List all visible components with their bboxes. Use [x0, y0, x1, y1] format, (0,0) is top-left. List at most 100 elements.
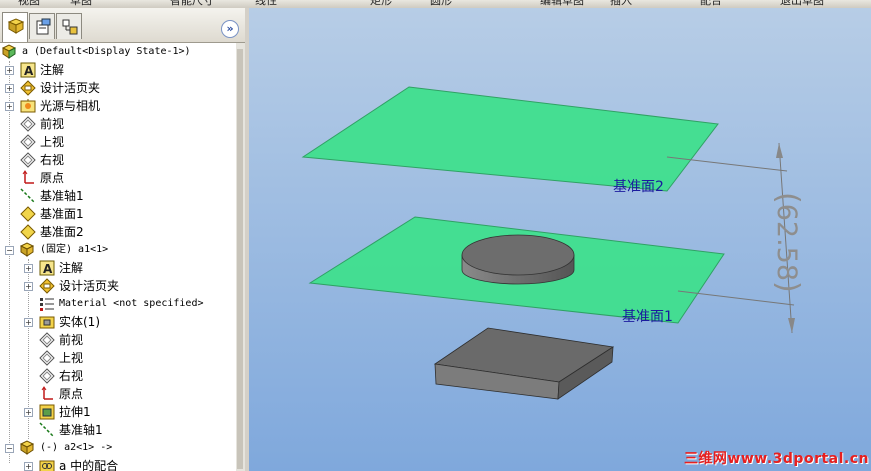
tree-item-label: 原点 — [40, 171, 65, 185]
extrude-icon — [39, 404, 55, 420]
graphics-viewport[interactable]: 基准面2 基准面1 (62.58) 三维网www.3dportal.cn — [249, 8, 871, 471]
solid-bodies-folder-icon — [39, 316, 55, 329]
tree-item-plane2[interactable]: 基准面2 — [0, 223, 236, 241]
menu-item-4[interactable]: 矩形 — [370, 0, 392, 8]
tree-item-right-plane[interactable]: 右视 — [0, 151, 236, 169]
tree-item-label: (固定) a1<1> — [40, 244, 109, 255]
tree-item-label: 拉伸1 — [59, 405, 91, 419]
tree-item-design-binder[interactable]: + 设计活页夹 — [0, 79, 236, 97]
tree-item-label: 注解 — [59, 261, 84, 275]
plane-icon — [39, 350, 55, 366]
expand-toggle[interactable]: + — [24, 462, 33, 471]
origin-icon — [22, 170, 34, 184]
menu-item-9[interactable]: 退出草图 — [780, 0, 824, 8]
axis-icon — [20, 188, 36, 204]
tree-item-front-plane[interactable]: 前视 — [0, 115, 236, 133]
plane-icon — [20, 152, 36, 168]
menu-item-3[interactable]: 线性 — [255, 0, 277, 8]
plane-1-label[interactable]: 基准面1 — [622, 306, 673, 326]
origin-icon — [41, 386, 53, 400]
configuration-manager-tab[interactable] — [56, 13, 82, 39]
tree-item-a1-extrude1[interactable]: + 拉伸1 — [0, 403, 236, 421]
part-component-icon — [20, 440, 35, 455]
watermark-text: 三维网www.3dportal.cn — [683, 451, 869, 467]
tree-item-top-plane[interactable]: 上视 — [0, 133, 236, 151]
expand-toggle[interactable]: + — [24, 318, 33, 327]
tree-item-label: (-) a2<1> -> — [40, 442, 113, 453]
dimension-value-group[interactable]: (62.58) — [734, 192, 805, 333]
tree-scrollbar-thumb[interactable] — [237, 49, 243, 469]
property-manager-tab[interactable] — [29, 13, 55, 39]
expand-toggle[interactable]: + — [24, 264, 33, 273]
tree-item-label: 基准轴1 — [40, 189, 84, 203]
reference-plane-icon — [20, 206, 36, 222]
tree-item-label: 实体(1) — [59, 315, 100, 329]
tree-item-label: 基准面2 — [40, 225, 84, 239]
menu-item-7[interactable]: 插入 — [610, 0, 632, 8]
tree-item-a1-top-plane[interactable]: 上视 — [0, 349, 236, 367]
tree-item-label: 原点 — [59, 387, 84, 401]
annotation-icon: A — [20, 62, 36, 78]
plane-icon — [20, 116, 36, 132]
tree-item-a1-material[interactable]: Material <not specified> — [0, 295, 236, 313]
tree-root[interactable]: a (Default<Display State-1>) — [0, 43, 236, 61]
lights-camera-icon — [20, 99, 36, 113]
feature-manager-panel: » a (Default<Display State-1>) + A 注解 + — [0, 8, 246, 471]
tree-item-label: 设计活页夹 — [59, 279, 120, 293]
tree-item-a1-annotations[interactable]: + A 注解 — [0, 259, 236, 277]
cylinder-part[interactable] — [461, 234, 575, 285]
plane-icon — [39, 368, 55, 384]
expand-toggle[interactable]: + — [5, 84, 14, 93]
plane-icon — [20, 134, 36, 150]
tree-root-label: a (Default<Display State-1>) — [22, 46, 191, 57]
tree-item-label: 上视 — [40, 135, 65, 149]
tree-item-label: a 中的配合 — [59, 459, 119, 471]
tree-item-label: 前视 — [59, 333, 84, 347]
tree-item-a1-origin[interactable]: 原点 — [0, 385, 236, 403]
feature-tree: a (Default<Display State-1>) + A 注解 + 设计… — [0, 43, 236, 471]
tree-item-label: Material <not specified> — [59, 298, 204, 309]
property-manager-icon — [36, 18, 51, 35]
tree-item-label: 上视 — [59, 351, 84, 365]
tree-item-label: 右视 — [40, 153, 65, 167]
dimension-close-paren: ) — [770, 281, 805, 293]
tree-item-origin[interactable]: 原点 — [0, 169, 236, 187]
expand-toggle[interactable]: + — [24, 282, 33, 291]
menu-item-2[interactable]: 智能尺寸 — [170, 0, 214, 8]
tree-item-mates-in-a[interactable]: + a 中的配合 — [0, 457, 236, 471]
tree-item-a1-right-plane[interactable]: 右视 — [0, 367, 236, 385]
assembly-icon — [2, 44, 17, 59]
menu-item-0[interactable]: 视图 — [18, 0, 40, 8]
tree-item-lights-cameras[interactable]: + 光源与相机 — [0, 97, 236, 115]
tree-item-label: 设计活页夹 — [40, 81, 101, 95]
tree-item-label: 光源与相机 — [40, 99, 101, 113]
tree-scrollbar[interactable] — [236, 43, 245, 471]
expand-toggle[interactable]: + — [24, 408, 33, 417]
expand-toggle[interactable]: + — [5, 66, 14, 75]
tree-item-a1-front-plane[interactable]: 前视 — [0, 331, 236, 349]
material-icon — [40, 298, 54, 311]
reference-plane-icon — [20, 224, 36, 240]
menu-item-6[interactable]: 编辑草图 — [540, 0, 584, 8]
collapse-toggle[interactable]: − — [5, 444, 14, 453]
tree-item-a1-solid-bodies[interactable]: + 实体(1) — [0, 313, 236, 331]
block-part[interactable] — [433, 327, 615, 400]
menu-item-5[interactable]: 圆形 — [430, 0, 452, 8]
tree-item-component-a2[interactable]: − (-) a2<1> -> — [0, 439, 236, 457]
design-binder-icon — [39, 278, 55, 294]
feature-manager-tab[interactable] — [2, 12, 28, 42]
menu-item-1[interactable]: 草图 — [70, 0, 92, 8]
collapse-panel-button[interactable]: » — [221, 20, 239, 38]
tree-item-a1-design-binder[interactable]: + 设计活页夹 — [0, 277, 236, 295]
tree-item-plane1[interactable]: 基准面1 — [0, 205, 236, 223]
tree-item-axis1[interactable]: 基准轴1 — [0, 187, 236, 205]
menu-item-8[interactable]: 配合 — [700, 0, 722, 8]
dimension-open-paren: ( — [770, 192, 805, 204]
tree-item-annotations[interactable]: + A 注解 — [0, 61, 236, 79]
plane-2-label[interactable]: 基准面2 — [613, 176, 664, 196]
tree-item-component-a1[interactable]: − (固定) a1<1> — [0, 241, 236, 259]
plane-icon — [39, 332, 55, 348]
tree-item-a1-axis1[interactable]: 基准轴1 — [0, 421, 236, 439]
collapse-toggle[interactable]: − — [5, 246, 14, 255]
expand-toggle[interactable]: + — [5, 102, 14, 111]
